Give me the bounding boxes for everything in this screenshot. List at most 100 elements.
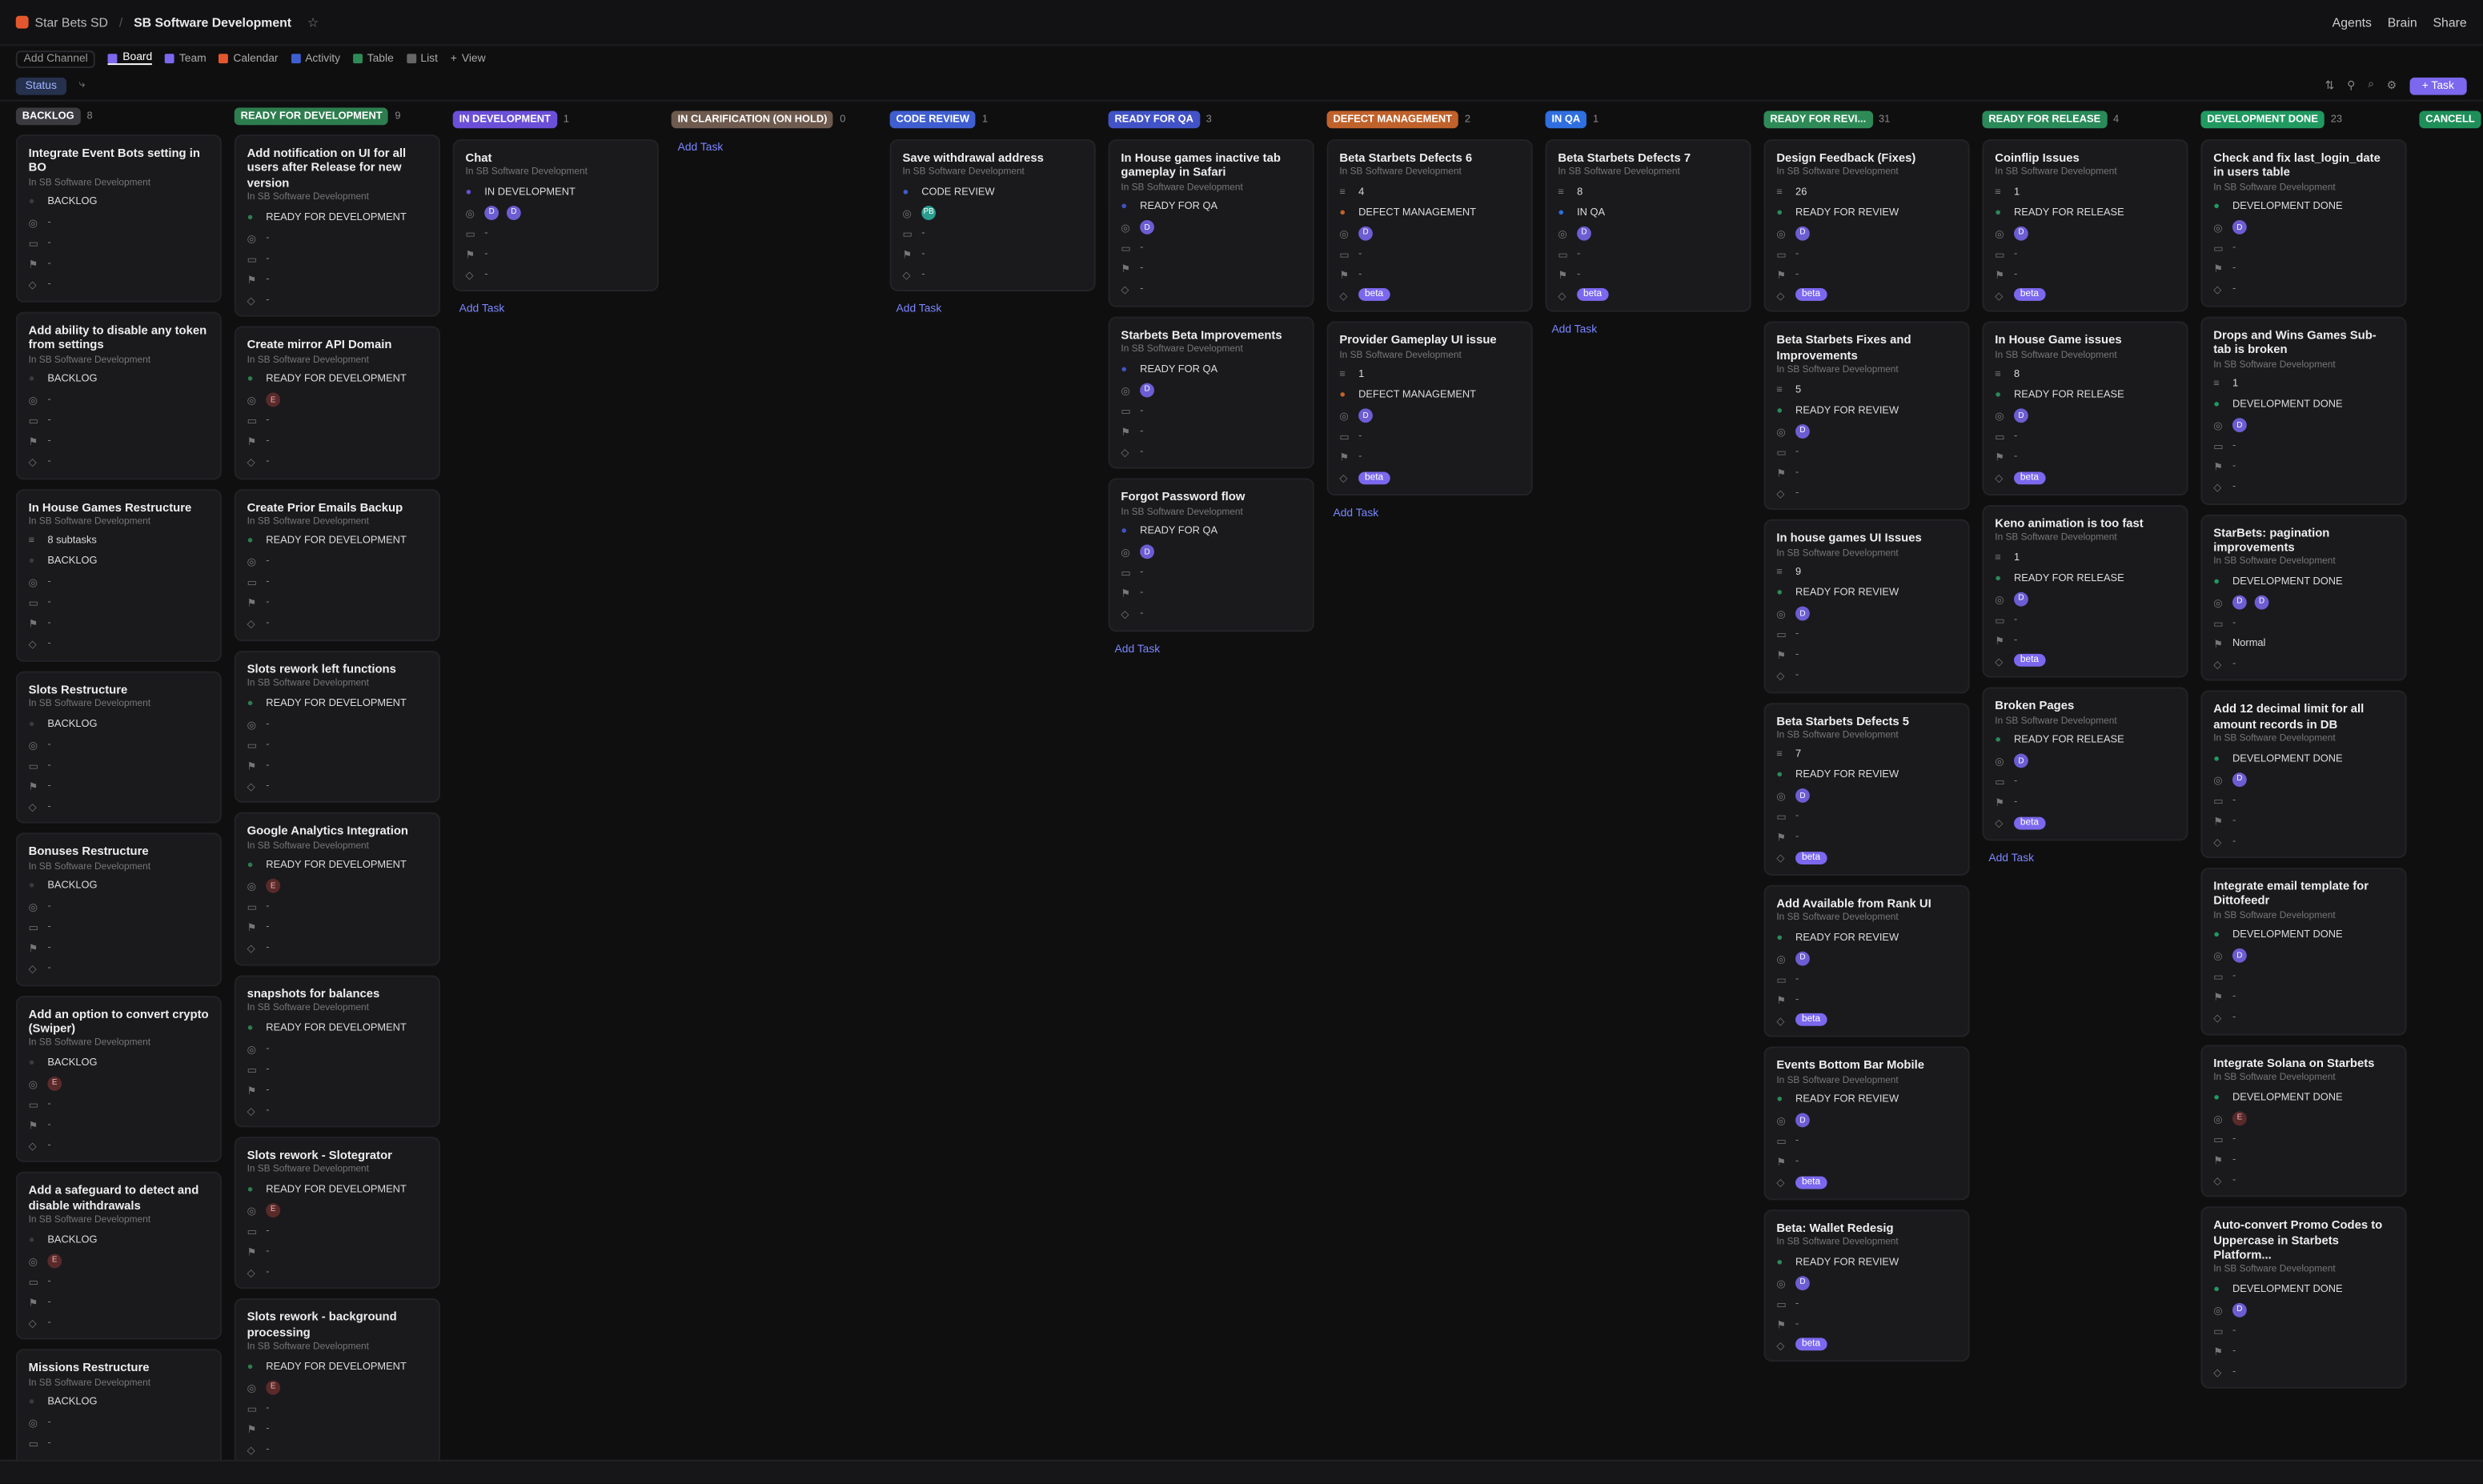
task-title[interactable]: Keno animation is too fast: [1995, 515, 2175, 531]
task-title[interactable]: Beta Starbets Defects 5: [1776, 713, 1956, 728]
settings-icon[interactable]: ⚙: [2387, 79, 2397, 92]
task-card[interactable]: Check and fix last_login_date in users t…: [2200, 139, 2407, 307]
add-task-button[interactable]: + Task: [2409, 76, 2467, 94]
task-card[interactable]: Bonuses Restructure In SB Software Develo…: [15, 832, 222, 986]
column-status-pill[interactable]: IN DEVELOPMENT: [452, 110, 557, 128]
task-card[interactable]: Add notification on UI for all users aft…: [234, 134, 440, 317]
avatar[interactable]: E: [47, 1076, 62, 1091]
task-title[interactable]: Add 12 decimal limit for all amount reco…: [2213, 702, 2393, 732]
tag-badge[interactable]: beta: [1795, 1013, 1827, 1027]
task-card[interactable]: In house games UI Issues In SB Software D…: [1763, 519, 1970, 693]
task-card[interactable]: Events Bottom Bar Mobile In SB Software D…: [1763, 1046, 1970, 1200]
task-title[interactable]: Slots Restructure: [29, 682, 209, 697]
task-title[interactable]: Beta: Wallet Redesig: [1776, 1220, 1956, 1235]
task-title[interactable]: Integrate Event Bots setting in BO: [29, 146, 209, 175]
avatar[interactable]: D: [1795, 1113, 1810, 1128]
tag-badge[interactable]: beta: [2014, 288, 2045, 302]
task-title[interactable]: Slots rework left functions: [247, 662, 427, 677]
add-task-link[interactable]: Add Task: [1982, 849, 2188, 864]
task-card[interactable]: Save withdrawal address In SB Software De…: [889, 139, 1096, 292]
task-card[interactable]: Integrate Solana on Starbets In SB Softwa…: [2200, 1044, 2407, 1197]
task-title[interactable]: Starbets Beta Improvements: [1121, 327, 1301, 343]
brain-button[interactable]: Brain: [2388, 15, 2417, 30]
avatar[interactable]: D: [1140, 220, 1154, 235]
task-card[interactable]: In House Game issues In SB Software Devel…: [1982, 322, 2188, 495]
tag-badge[interactable]: beta: [1795, 288, 1827, 302]
avatar[interactable]: D: [2232, 220, 2247, 235]
task-card[interactable]: Create mirror API Domain In SB Software D…: [234, 326, 440, 479]
avatar[interactable]: E: [266, 879, 281, 893]
column-status-pill[interactable]: READY FOR QA: [1108, 110, 1200, 128]
breadcrumb-space[interactable]: SB Software Development: [134, 15, 291, 30]
column-status-pill[interactable]: READY FOR REVI...: [1763, 110, 1873, 128]
task-card[interactable]: In House Games Restructure In SB Software…: [15, 488, 222, 662]
task-card[interactable]: Broken Pages In SB Software Development ● R…: [1982, 687, 2188, 840]
task-title[interactable]: Beta Starbets Fixes and Improvements: [1776, 333, 1956, 363]
add-task-link[interactable]: Add Task: [1109, 640, 1314, 655]
task-title[interactable]: Slots rework - Slotegrator: [247, 1148, 427, 1163]
avatar[interactable]: D: [1140, 544, 1154, 560]
avatar[interactable]: D: [2014, 753, 2028, 768]
task-title[interactable]: In house games UI Issues: [1776, 531, 1956, 546]
task-title[interactable]: Design Feedback (Fixes): [1776, 150, 1956, 166]
task-card[interactable]: Beta Starbets Defects 7 In SB Software De…: [1545, 139, 1751, 313]
avatar[interactable]: D: [484, 205, 499, 220]
breadcrumb-workspace[interactable]: Star Bets SD: [35, 15, 108, 30]
task-card[interactable]: Slots Restructure In SB Software Developm…: [15, 671, 222, 824]
tag-badge[interactable]: beta: [2014, 471, 2045, 484]
avatar[interactable]: D: [2232, 418, 2247, 432]
task-card[interactable]: Integrate Event Bots setting in BO In SB …: [15, 134, 222, 303]
task-title[interactable]: Coinflip Issues: [1995, 150, 2175, 166]
avatar[interactable]: D: [2014, 408, 2028, 423]
task-card[interactable]: snapshots for balances In SB Software Dev…: [234, 974, 440, 1128]
task-card[interactable]: Integrate email template for Dittofeedr I…: [2200, 867, 2407, 1036]
task-title[interactable]: Slots rework - background processing: [247, 1310, 427, 1340]
avatar[interactable]: D: [2232, 595, 2247, 610]
task-card[interactable]: Beta Starbets Defects 6 In SB Software De…: [1326, 139, 1533, 313]
avatar[interactable]: D: [2014, 226, 2028, 241]
task-card[interactable]: Provider Gameplay UI issue In SB Software…: [1326, 322, 1533, 495]
task-title[interactable]: Auto-convert Promo Codes to Uppercase in…: [2213, 1217, 2393, 1262]
column-status-pill[interactable]: IN QA: [1545, 110, 1587, 128]
task-title[interactable]: snapshots for balances: [247, 986, 427, 1001]
tab-team[interactable]: Team: [165, 53, 207, 64]
task-title[interactable]: Broken Pages: [1995, 699, 2175, 714]
task-title[interactable]: Add Available from Rank UI: [1776, 896, 1956, 911]
task-card[interactable]: Forgot Password flow In SB Software Devel…: [1108, 478, 1314, 632]
avatar[interactable]: D: [2014, 592, 2028, 606]
add-channel-button[interactable]: Add Channel: [15, 50, 96, 68]
tab-activity[interactable]: Activity: [291, 53, 340, 64]
task-title[interactable]: In House games inactive tab gameplay in …: [1121, 150, 1301, 180]
task-title[interactable]: Chat: [466, 150, 646, 166]
task-title[interactable]: StarBets: pagination improvements: [2213, 525, 2393, 555]
search-icon[interactable]: ⌕: [2368, 79, 2374, 92]
task-card[interactable]: Add an option to convert crypto (Swiper)…: [15, 995, 222, 1163]
share-button[interactable]: Share: [2433, 15, 2466, 30]
avatar[interactable]: E: [266, 1380, 281, 1394]
avatar[interactable]: D: [1358, 408, 1373, 423]
task-card[interactable]: Slots rework - Slotegrator In SB Software…: [234, 1137, 440, 1289]
column-status-pill[interactable]: BACKLOG: [15, 107, 81, 126]
avatar[interactable]: D: [2232, 1302, 2247, 1318]
task-card[interactable]: Coinflip Issues In SB Software Developmen…: [1982, 139, 2188, 313]
avatar[interactable]: E: [266, 1203, 281, 1217]
column-status-pill[interactable]: READY FOR RELEASE: [1982, 110, 2108, 128]
tab-table[interactable]: Table: [352, 53, 394, 64]
task-card[interactable]: Beta: Wallet Redesig In SB Software Devel…: [1763, 1209, 1970, 1362]
task-title[interactable]: Bonuses Restructure: [29, 844, 209, 860]
task-card[interactable]: StarBets: pagination improvements In SB S…: [2200, 513, 2407, 682]
task-card[interactable]: Beta Starbets Fixes and Improvements In S…: [1763, 322, 1970, 511]
avatar[interactable]: D: [1795, 951, 1810, 966]
task-card[interactable]: Auto-convert Promo Codes to Uppercase in…: [2200, 1206, 2407, 1390]
tag-badge[interactable]: beta: [1795, 1175, 1827, 1189]
task-title[interactable]: Save withdrawal address: [902, 150, 1082, 166]
task-title[interactable]: Provider Gameplay UI issue: [1339, 333, 1519, 348]
task-title[interactable]: Drops and Wins Games Sub-tab is broken: [2213, 327, 2393, 357]
task-title[interactable]: Google Analytics Integration: [247, 824, 427, 839]
task-card[interactable]: Missions Restructure In SB Software Devel…: [15, 1349, 222, 1462]
avatar[interactable]: E: [266, 392, 281, 407]
avatar[interactable]: D: [2254, 595, 2269, 610]
add-task-link[interactable]: Add Task: [890, 302, 1096, 316]
avatar[interactable]: D: [1358, 226, 1373, 241]
task-title[interactable]: Add ability to disable any token from se…: [29, 323, 209, 352]
